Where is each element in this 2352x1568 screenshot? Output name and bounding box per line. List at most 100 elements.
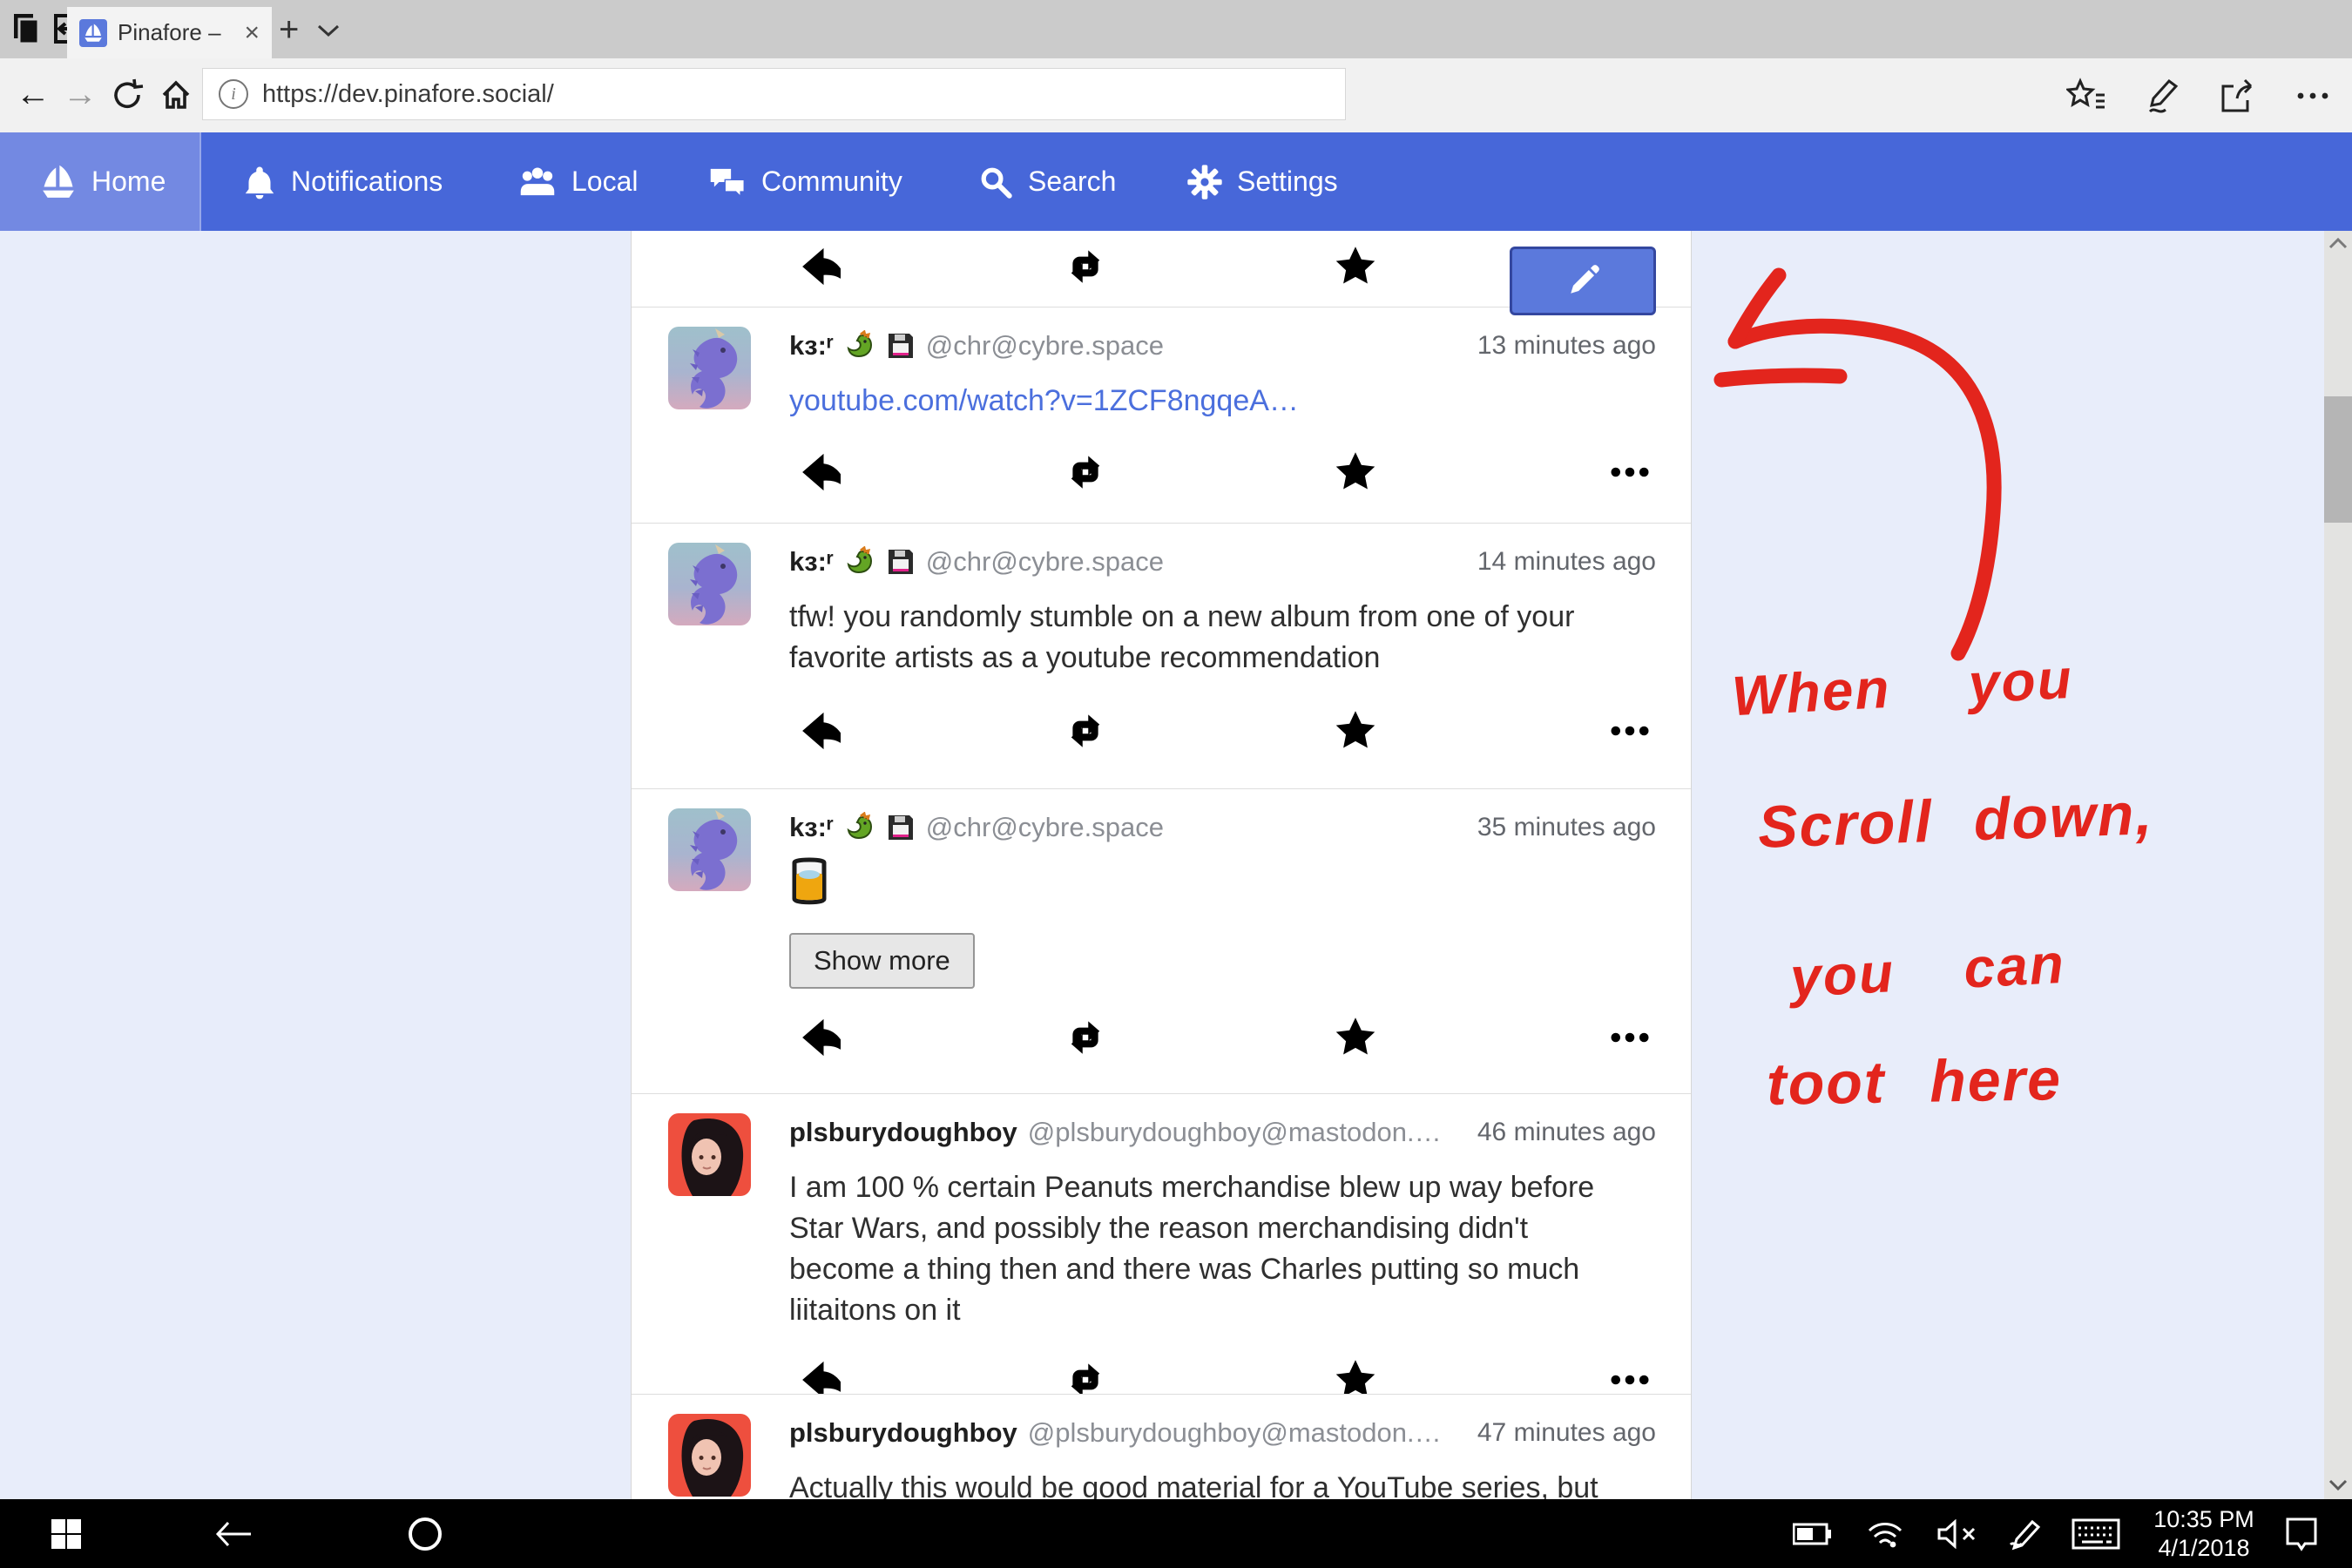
reply-icon[interactable] <box>795 244 848 289</box>
avatar[interactable] <box>668 808 751 891</box>
nav-item-community[interactable]: Community <box>707 132 902 231</box>
post-handle[interactable]: @chr@cybre.space <box>926 330 1164 362</box>
forward-button[interactable]: → <box>63 74 98 114</box>
back-button[interactable]: ← <box>16 74 51 114</box>
floppy-disk-emoji <box>886 331 916 361</box>
glass-emoji <box>789 857 1656 910</box>
post-handle[interactable]: @chr@cybre.space <box>926 546 1164 578</box>
post-actions <box>789 1015 1656 1060</box>
nav-label-local: Local <box>571 166 639 198</box>
post-timestamp[interactable]: 13 minutes ago <box>1465 331 1656 361</box>
address-bar[interactable]: i https://dev.pinafore.social/ <box>202 68 1346 120</box>
post-handle[interactable]: @chr@cybre.space <box>926 812 1164 843</box>
more-options-icon[interactable] <box>1607 708 1659 754</box>
post-timestamp[interactable]: 46 minutes ago <box>1465 1118 1656 1147</box>
nav-item-settings[interactable]: Settings <box>1186 132 1338 231</box>
post-actions <box>789 449 1656 495</box>
more-options-icon[interactable] <box>1607 449 1659 495</box>
post-author[interactable]: plsburydoughboy <box>789 1417 1017 1449</box>
scrollbar-down-icon[interactable] <box>2328 1478 2349 1492</box>
windows-taskbar: 10:35 PM 4/1/2018 <box>0 1499 2352 1568</box>
windows-logo-icon <box>51 1518 82 1550</box>
recent-tabs-icon[interactable] <box>10 12 44 45</box>
boost-icon[interactable] <box>1063 244 1115 289</box>
volume-muted-icon <box>1937 1519 1979 1549</box>
scrollbar-thumb[interactable] <box>2324 396 2352 523</box>
post-link[interactable]: youtube.com/watch?v=1ZCF8ngqeA… <box>789 384 1656 418</box>
cortana-button[interactable] <box>399 1499 451 1568</box>
post-author[interactable]: kз:ʳ <box>789 546 834 578</box>
more-options-icon[interactable] <box>1607 1015 1659 1060</box>
favorite-icon[interactable] <box>1333 244 1385 289</box>
wifi-icon <box>1866 1518 1904 1550</box>
hub-favorites-icon[interactable] <box>2066 76 2106 116</box>
avatar[interactable] <box>668 543 751 625</box>
url-text: https://dev.pinafore.social/ <box>262 80 554 109</box>
scrollbar-up-icon[interactable] <box>2328 236 2349 250</box>
reply-icon[interactable] <box>795 449 848 495</box>
tab-list-chevron-icon[interactable] <box>315 23 341 38</box>
start-button[interactable] <box>42 1499 91 1568</box>
avatar[interactable] <box>668 1113 751 1196</box>
browser-more-icon[interactable] <box>2293 76 2333 116</box>
nav-item-search[interactable]: Search <box>977 132 1116 231</box>
volume-muted-indicator[interactable] <box>1932 1499 1984 1568</box>
taskbar-clock[interactable]: 10:35 PM 4/1/2018 <box>2139 1505 2269 1563</box>
favorite-icon[interactable] <box>1333 1357 1385 1394</box>
more-options-icon[interactable] <box>1607 1357 1659 1394</box>
post-handle[interactable]: @plsburydoughboy@mastodon.s… <box>1028 1417 1455 1449</box>
compose-toot-button[interactable] <box>1510 247 1656 315</box>
post-author[interactable]: kз:ʳ <box>789 330 834 362</box>
browser-address-row: ← → i https://dev.pinafore.social/ <box>0 58 2352 132</box>
post-author[interactable]: plsburydoughboy <box>789 1117 1017 1148</box>
favorite-icon[interactable] <box>1333 1015 1385 1060</box>
timeline-column: kз:ʳ @chr@cybre.space 13 minutes ago you… <box>631 231 1692 1499</box>
favorite-icon[interactable] <box>1333 449 1385 495</box>
site-info-icon[interactable]: i <box>219 79 248 109</box>
battery-indicator[interactable] <box>1788 1499 1836 1568</box>
share-icon[interactable] <box>2216 76 2256 116</box>
back-arrow-icon <box>214 1518 253 1550</box>
post-timestamp[interactable]: 14 minutes ago <box>1465 547 1656 577</box>
favorite-icon[interactable] <box>1333 708 1385 754</box>
show-more-button[interactable]: Show more <box>789 933 975 989</box>
boost-icon[interactable] <box>1063 449 1115 495</box>
avatar[interactable] <box>668 327 751 409</box>
annotation-arrow <box>1699 251 2030 686</box>
wifi-indicator[interactable] <box>1861 1499 1909 1568</box>
boost-icon[interactable] <box>1063 708 1115 754</box>
home-icon[interactable] <box>159 78 193 112</box>
reply-icon[interactable] <box>795 1357 848 1394</box>
new-tab-button[interactable]: + <box>279 12 299 47</box>
bell-icon <box>242 163 277 201</box>
action-center-button[interactable] <box>2275 1499 2328 1568</box>
gear-icon <box>1186 164 1223 200</box>
post-timestamp[interactable]: 47 minutes ago <box>1465 1418 1656 1448</box>
avatar[interactable] <box>668 1414 751 1497</box>
nav-item-home[interactable]: Home <box>39 132 166 231</box>
action-center-icon <box>2284 1516 2319 1552</box>
post: kз:ʳ @chr@cybre.space 13 minutes ago you… <box>632 307 1691 523</box>
post-author[interactable]: kз:ʳ <box>789 812 834 843</box>
reply-icon[interactable] <box>795 1015 848 1060</box>
reply-icon[interactable] <box>795 708 848 754</box>
battery-icon <box>1793 1523 1831 1545</box>
web-note-pen-icon[interactable] <box>2141 76 2181 116</box>
post: plsburydoughboy @plsburydoughboy@mastodo… <box>632 1093 1691 1394</box>
post-handle[interactable]: @plsburydoughboy@mastodon.s… <box>1028 1117 1455 1148</box>
timeline-area: kз:ʳ @chr@cybre.space 13 minutes ago you… <box>0 231 2352 1499</box>
annotation-line-2: Scroll down, <box>1757 780 2155 862</box>
nav-item-notifications[interactable]: Notifications <box>242 132 443 231</box>
touch-keyboard-button[interactable] <box>2066 1499 2126 1568</box>
pen-settings[interactable] <box>2000 1499 2049 1568</box>
refresh-icon[interactable] <box>110 78 145 112</box>
nav-item-local[interactable]: Local <box>517 132 639 231</box>
boost-icon[interactable] <box>1063 1015 1115 1060</box>
screen: Pinafore – Home × + ← → i https://dev.pi… <box>0 0 2352 1568</box>
taskbar-back-button[interactable] <box>207 1499 260 1568</box>
tab-close-icon[interactable]: × <box>237 18 260 48</box>
clock-date: 4/1/2018 <box>2139 1534 2269 1563</box>
boost-icon[interactable] <box>1063 1357 1115 1394</box>
post-timestamp[interactable]: 35 minutes ago <box>1465 813 1656 842</box>
browser-tab[interactable]: Pinafore – Home × <box>67 7 272 58</box>
